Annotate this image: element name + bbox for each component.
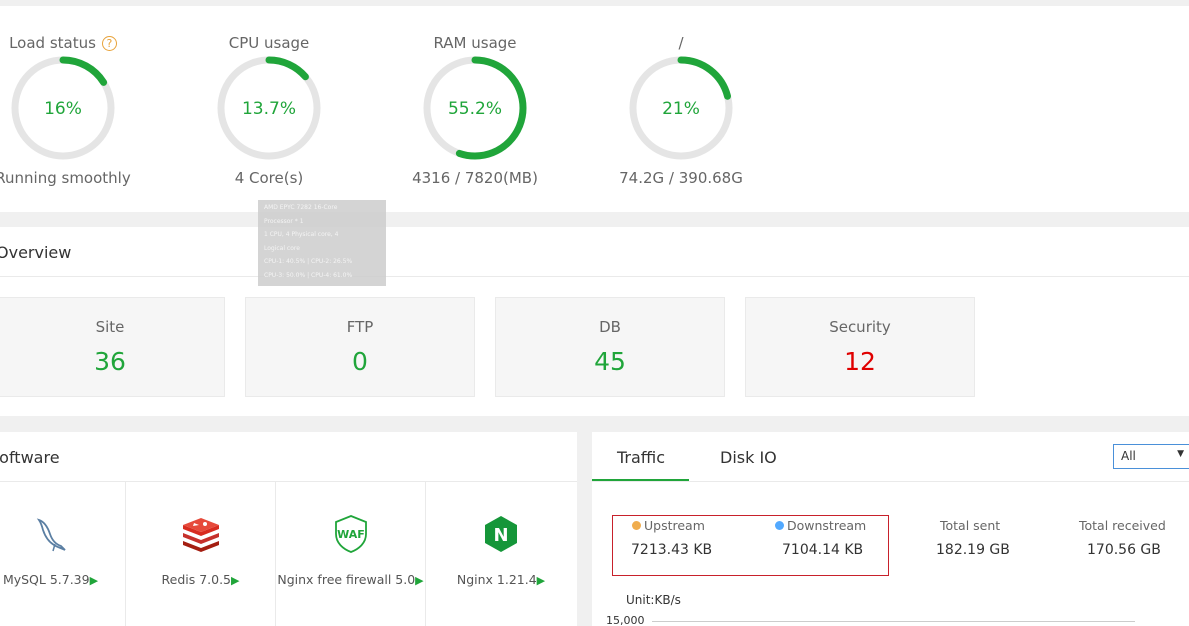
- gauge-subtext: 4 Core(s): [234, 169, 304, 187]
- software-name: Redis 7.0.5: [161, 572, 232, 587]
- stat-value[interactable]: 45: [496, 347, 724, 376]
- gauge-ring: 21%: [629, 56, 733, 160]
- chart-y-tick: 15,000: [606, 614, 645, 626]
- stat-value[interactable]: 36: [0, 347, 224, 376]
- gauge-disk-root[interactable]: / 21% 74.2G / 390.68G: [581, 6, 781, 212]
- gauge-ring: 55.2%: [423, 56, 527, 160]
- gauge-load-status[interactable]: Load status? 16% Running smoothly: [0, 6, 163, 212]
- overview-panel: Overview Site 36 FTP 0 DB 45 Security 12: [0, 227, 1189, 416]
- tooltip-line: AMD EPYC 7282 16-Core: [264, 204, 338, 211]
- gauge-ram-usage[interactable]: RAM usage 55.2% 4316 / 7820(MB): [375, 6, 575, 212]
- software-name: Nginx free firewall 5.0: [277, 572, 416, 587]
- nginx-letter: N: [493, 525, 508, 546]
- total-received-value: 170.56 GB: [1087, 542, 1161, 558]
- total-sent-label: Total sent: [940, 518, 1001, 533]
- stat-card-site[interactable]: Site 36: [0, 297, 225, 397]
- software-title: Software: [0, 448, 60, 467]
- stat-value[interactable]: 12: [746, 347, 974, 376]
- gauge-title: CPU usage: [228, 34, 310, 52]
- divider: [592, 481, 1189, 482]
- software-item-nginx-firewall[interactable]: WAF Nginx free firewall 5.0▶: [276, 482, 426, 626]
- traffic-panel: Traffic Disk IO All ▼ Upstream 7213.43 K…: [592, 432, 1189, 626]
- play-icon[interactable]: ▶: [90, 574, 98, 587]
- tooltip-line: Processor * 1: [264, 217, 304, 225]
- chevron-down-icon: ▼: [1177, 449, 1184, 459]
- status-panel: Load status? 16% Running smoothly CPU us…: [0, 6, 1189, 212]
- stat-value[interactable]: 0: [246, 347, 474, 376]
- gauge-cpu-usage[interactable]: CPU usage 13.7% 4 Core(s): [169, 6, 369, 212]
- select-value: All: [1121, 449, 1136, 463]
- divider: [0, 276, 1189, 277]
- software-name: Nginx 1.21.4: [456, 572, 537, 587]
- software-panel: Software MySQL 5.7.39▶ Redis 7.0.5▶ WAF …: [0, 432, 577, 626]
- gauge-value: 55.2%: [448, 99, 502, 119]
- interface-select[interactable]: All ▼: [1113, 444, 1189, 469]
- stat-label: Security: [829, 318, 891, 336]
- tooltip-line: CPU-3: 50.0% | CPU-4: 61.0%: [264, 271, 353, 279]
- nginx-icon: N: [485, 516, 517, 552]
- upstream-dot-icon: [632, 521, 641, 530]
- software-item-redis[interactable]: Redis 7.0.5▶: [126, 482, 276, 626]
- waf-label: WAF: [337, 528, 365, 541]
- chart-gridline: [652, 621, 1135, 622]
- gauge-subtext: Running smoothly: [0, 169, 131, 187]
- redis-icon: [182, 518, 219, 552]
- gauge-subtext: 4316 / 7820(MB): [412, 169, 538, 187]
- upstream-label: Upstream: [632, 518, 705, 533]
- downstream-dot-icon: [775, 521, 784, 530]
- waf-shield-icon: WAF: [334, 515, 367, 553]
- gauge-title: Load status: [9, 34, 96, 52]
- gauge-ring: 13.7%: [217, 56, 321, 160]
- stat-label: Site: [95, 318, 125, 336]
- gauge-subtext: 74.2G / 390.68G: [619, 169, 743, 187]
- downstream-label: Downstream: [775, 518, 866, 533]
- total-sent-value: 182.19 GB: [936, 542, 1010, 558]
- tab-disk-io[interactable]: Disk IO: [720, 448, 777, 467]
- total-received-label: Total received: [1079, 518, 1166, 533]
- gauge-title: /: [678, 34, 684, 52]
- tab-traffic[interactable]: Traffic: [617, 448, 665, 467]
- stat-card-db[interactable]: DB 45: [495, 297, 725, 397]
- chart-unit-label: Unit:KB/s: [626, 593, 681, 607]
- gauge-title: RAM usage: [433, 34, 517, 52]
- stat-card-ftp[interactable]: FTP 0: [245, 297, 475, 397]
- upstream-value: 7213.43 KB: [631, 542, 713, 558]
- software-name: MySQL 5.7.39: [2, 572, 90, 587]
- stat-label: DB: [599, 318, 621, 336]
- downstream-value: 7104.14 KB: [782, 542, 864, 558]
- play-icon[interactable]: ▶: [537, 574, 545, 587]
- stat-card-security[interactable]: Security 12: [745, 297, 975, 397]
- overview-title: Overview: [0, 243, 72, 262]
- gauge-value: 21%: [662, 99, 700, 119]
- software-item-mysql[interactable]: MySQL 5.7.39▶: [0, 482, 126, 626]
- play-icon[interactable]: ▶: [415, 574, 423, 587]
- help-icon[interactable]: ?: [101, 36, 117, 51]
- mysql-dolphin-icon: [36, 518, 66, 552]
- gauge-value: 13.7%: [242, 99, 296, 119]
- gauge-ring: 16%: [11, 56, 115, 160]
- tooltip-line: CPU-1: 40.5% | CPU-2: 26.5%: [264, 258, 353, 265]
- tooltip-line: 1 CPU, 4 Physical core, 4: [264, 231, 339, 238]
- play-icon[interactable]: ▶: [231, 574, 239, 587]
- software-item-nginx[interactable]: N Nginx 1.21.4▶: [426, 482, 576, 626]
- gauge-value: 16%: [44, 99, 82, 119]
- stat-label: FTP: [346, 318, 374, 336]
- tooltip-line: Logical core: [264, 244, 300, 252]
- cpu-info-tooltip: AMD EPYC 7282 16-Core Processor * 1 1 CP…: [258, 200, 386, 286]
